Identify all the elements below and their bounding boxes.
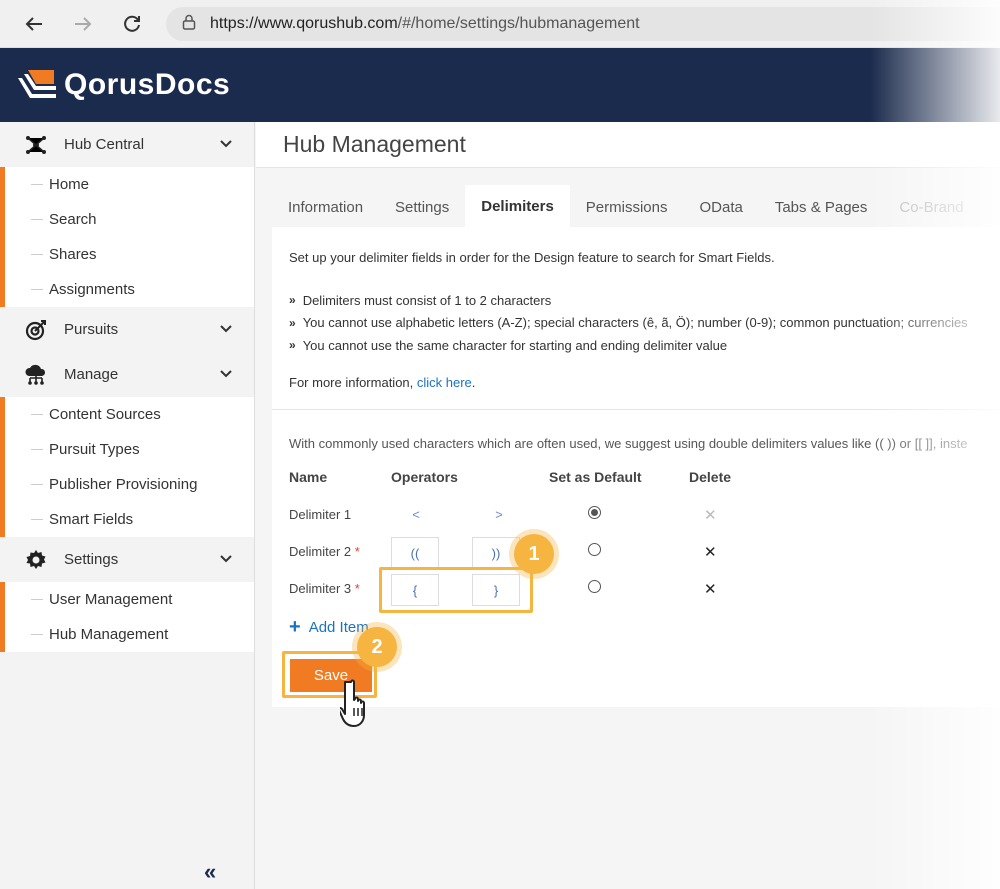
plus-icon: +: [289, 616, 301, 638]
add-item-button[interactable]: + Add Item: [289, 616, 369, 639]
add-item-label: Add Item: [308, 619, 369, 636]
delimiter-row-label: Delimiter 3 *: [289, 581, 360, 596]
gear-icon: [24, 548, 48, 572]
sidebar-item-assignments[interactable]: Assignments: [5, 272, 254, 307]
default-radio[interactable]: [588, 543, 601, 556]
hub-network-icon: [24, 133, 48, 157]
tab-permissions[interactable]: Permissions: [570, 187, 684, 227]
sidebar: Hub Central Home Search Shares Assignmen…: [0, 122, 255, 889]
app-name[interactable]: QorusDocs: [64, 68, 230, 102]
cloud-network-icon: [24, 363, 48, 387]
sidebar-group-items: Content Sources Pursuit Types Publisher …: [0, 397, 254, 537]
address-bar[interactable]: https://www.qorushub.com/#/home/settings…: [166, 7, 1000, 41]
delimiters-panel: Set up your delimiter fields in order fo…: [272, 227, 1000, 707]
default-radio[interactable]: [588, 506, 601, 519]
back-arrow-icon[interactable]: [22, 12, 46, 36]
sidebar-group-label: Settings: [64, 551, 119, 568]
pointer-hand-icon: [337, 678, 378, 735]
step-1-badge: 1: [514, 534, 554, 574]
suggestion-text: With commonly used characters which are …: [289, 436, 968, 451]
sidebar-item-content-sources[interactable]: Content Sources: [5, 397, 254, 432]
step-2-badge: 2: [357, 627, 397, 667]
rule-text: You cannot use alphabetic letters (A-Z);…: [302, 315, 968, 331]
sidebar-item-shares[interactable]: Shares: [5, 237, 254, 272]
double-chevron-icon: »: [289, 315, 296, 330]
rule-text: Delimiters must consist of 1 to 2 charac…: [302, 292, 552, 308]
delete-icon[interactable]: ✕: [704, 580, 717, 598]
rule-item: » You cannot use alphabetic letters (A-Z)…: [289, 312, 968, 335]
delimiter-row-label: Delimiter 1: [289, 507, 351, 522]
collapse-sidebar-icon[interactable]: «: [204, 859, 216, 885]
sidebar-group-settings[interactable]: Settings: [0, 537, 254, 582]
divider: [272, 409, 1000, 410]
sidebar-item-smart-fields[interactable]: Smart Fields: [5, 502, 254, 537]
delete-icon: ✕: [704, 507, 717, 524]
intro-text: Set up your delimiter fields in order fo…: [289, 250, 775, 265]
tab-settings[interactable]: Settings: [379, 187, 465, 227]
qorusdocs-logo-icon: [16, 68, 58, 102]
column-header-name: Name: [289, 469, 328, 485]
rule-item: » Delimiters must consist of 1 to 2 chara…: [289, 289, 968, 312]
browser-toolbar: https://www.qorushub.com/#/home/settings…: [0, 0, 1000, 48]
tab-information[interactable]: Information: [272, 187, 379, 227]
page-title: Hub Management: [256, 122, 1000, 168]
double-chevron-icon: »: [289, 293, 296, 308]
delimiter-start-value: <: [412, 507, 420, 522]
refresh-icon[interactable]: [120, 12, 144, 36]
delimiter-start-input[interactable]: ((: [391, 537, 439, 569]
sidebar-group-pursuits[interactable]: Pursuits: [0, 307, 254, 352]
more-info-text: For more information,: [289, 375, 417, 390]
lock-icon: [182, 14, 196, 35]
more-info-period: .: [471, 375, 476, 390]
tab-tabs-pages[interactable]: Tabs & Pages: [759, 187, 884, 227]
tab-co-brand[interactable]: Co-Brand: [883, 187, 979, 227]
chevron-down-icon[interactable]: [220, 366, 232, 381]
more-info: For more information, click here.: [289, 375, 475, 390]
delete-icon[interactable]: ✕: [704, 543, 717, 561]
sidebar-item-user-management[interactable]: User Management: [5, 582, 254, 617]
delimiter-name: Delimiter 3: [289, 581, 352, 596]
column-header-default: Set as Default: [549, 469, 642, 485]
chevron-down-icon[interactable]: [220, 551, 232, 566]
step-1-highlight: [379, 567, 533, 613]
default-radio[interactable]: [588, 580, 601, 593]
column-header-operators: Operators: [391, 469, 458, 485]
sidebar-group-label: Manage: [64, 366, 119, 383]
double-chevron-icon: »: [289, 338, 296, 353]
target-icon: [24, 318, 48, 342]
tab-bar: Information Settings Delimiters Permissi…: [272, 185, 980, 227]
click-here-link[interactable]: click here: [417, 375, 472, 390]
sidebar-item-hub-management[interactable]: Hub Management: [5, 617, 254, 652]
sidebar-item-publisher-provisioning[interactable]: Publisher Provisioning: [5, 467, 254, 502]
url-path: /#/home/settings/hubmanagement: [397, 15, 640, 32]
chevron-down-icon[interactable]: [220, 136, 232, 151]
tab-odata[interactable]: OData: [683, 187, 758, 227]
sidebar-group-manage[interactable]: Manage: [0, 352, 254, 397]
required-marker: *: [354, 581, 360, 596]
sidebar-item-pursuit-types[interactable]: Pursuit Types: [5, 432, 254, 467]
chevron-down-icon[interactable]: [220, 321, 232, 336]
required-marker: *: [354, 544, 360, 559]
sidebar-group-label: Hub Central: [64, 136, 145, 153]
delimiter-row-label: Delimiter 2 *: [289, 544, 360, 559]
sidebar-item-search[interactable]: Search: [5, 202, 254, 237]
sidebar-group-label: Pursuits: [64, 321, 119, 338]
url-domain: https://www.qorushub.com: [210, 15, 398, 32]
tab-delimiters[interactable]: Delimiters: [465, 185, 570, 227]
delimiter-name: Delimiter 2: [289, 544, 352, 559]
app-header: QorusDocs: [0, 48, 1000, 122]
rules-list: » Delimiters must consist of 1 to 2 chara…: [289, 289, 968, 357]
delimiter-end-input[interactable]: )): [472, 537, 520, 569]
sidebar-item-home[interactable]: Home: [5, 167, 254, 202]
sidebar-group-items: User Management Hub Management: [0, 582, 254, 652]
sidebar-group-items: Home Search Shares Assignments: [0, 167, 254, 307]
sidebar-group-hub-central[interactable]: Hub Central: [0, 122, 254, 167]
rule-item: » You cannot use the same character for s…: [289, 334, 968, 357]
delimiter-end-value: >: [495, 507, 503, 522]
forward-arrow-icon[interactable]: [71, 12, 95, 36]
main-content: Hub Management Information Settings Deli…: [256, 122, 1000, 889]
column-header-delete: Delete: [689, 469, 732, 485]
rule-text: You cannot use the same character for st…: [302, 337, 728, 353]
delimiter-name: Delimiter 1: [289, 507, 352, 522]
